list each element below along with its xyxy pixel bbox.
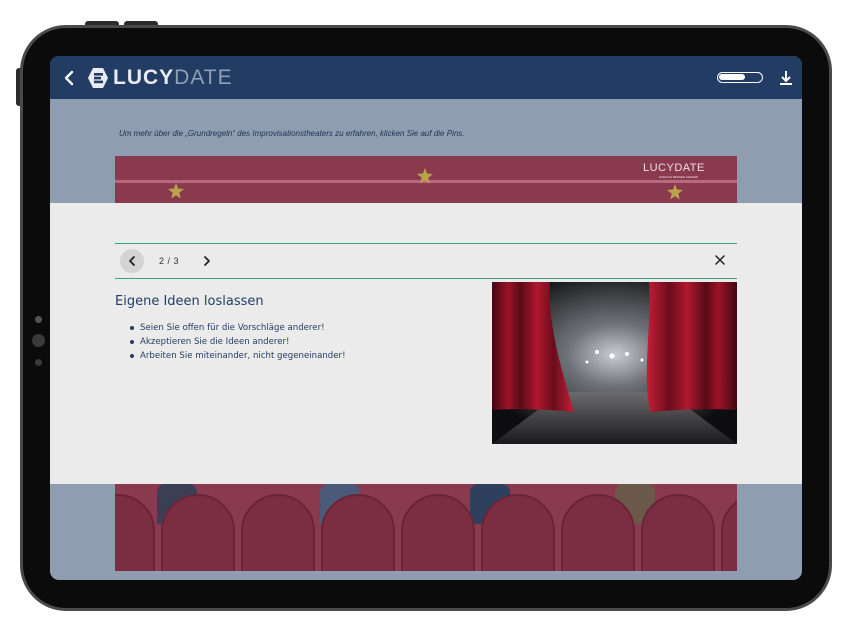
close-icon xyxy=(715,255,725,265)
camera-icon xyxy=(35,316,42,323)
bullet-list: Seien Sie offen für die Vorschläge ander… xyxy=(130,321,346,363)
logo-text-date: DATE xyxy=(174,65,233,89)
logo-text-lucy: LUCY xyxy=(113,65,175,89)
screen: LUCYDATE Um mehr über die „Grundregeln“ … xyxy=(50,56,802,580)
page-indicator: 2 / 3 xyxy=(159,256,180,266)
sensor-dot xyxy=(32,334,45,347)
download-icon xyxy=(780,71,792,85)
logo-mark-icon xyxy=(88,67,108,88)
seat xyxy=(115,494,155,571)
toggle-fill xyxy=(719,74,745,80)
instruction-text: Um mehr über die „Grundregeln“ des Impro… xyxy=(119,129,465,138)
star-icon xyxy=(168,183,184,199)
stage-curtain-image xyxy=(492,282,737,444)
info-modal: 2 / 3 Eigene Ideen loslassen Seien Sie o… xyxy=(50,203,802,484)
theater-seats xyxy=(115,484,737,571)
seat xyxy=(321,494,395,571)
next-button[interactable] xyxy=(201,254,213,268)
progress-toggle[interactable] xyxy=(717,72,763,83)
seat xyxy=(481,494,555,571)
modal-nav-bar: 2 / 3 xyxy=(115,243,737,279)
star-icon xyxy=(417,168,433,184)
seat xyxy=(561,494,635,571)
back-button[interactable] xyxy=(54,56,84,99)
download-button[interactable] xyxy=(777,68,795,88)
app-logo: LUCYDATE xyxy=(86,66,233,90)
seat xyxy=(241,494,315,571)
seat xyxy=(721,494,737,571)
stage-illustration xyxy=(492,282,737,444)
chevron-left-icon xyxy=(64,70,74,85)
list-item: Akzeptieren Sie die Ideen anderer! xyxy=(130,335,346,349)
seat xyxy=(161,494,235,571)
seat xyxy=(401,494,475,571)
list-item: Seien Sie offen für die Vorschläge ander… xyxy=(130,321,346,335)
banner-logo: LUCYDATE xyxy=(643,162,705,174)
sensor-dot-small xyxy=(35,359,42,366)
previous-button[interactable] xyxy=(120,249,144,273)
list-item: Arbeiten Sie miteinander, nicht gegenein… xyxy=(130,349,346,363)
star-icon xyxy=(667,184,683,200)
seat xyxy=(641,494,715,571)
app-header: LUCYDATE xyxy=(50,56,802,99)
close-button[interactable] xyxy=(713,253,727,267)
slide-title: Eigene Ideen loslassen xyxy=(115,294,264,309)
chevron-right-icon xyxy=(204,256,210,266)
chevron-left-icon xyxy=(129,256,135,266)
banner-tagline: EINFACH BESSER LERNEN xyxy=(659,175,699,179)
